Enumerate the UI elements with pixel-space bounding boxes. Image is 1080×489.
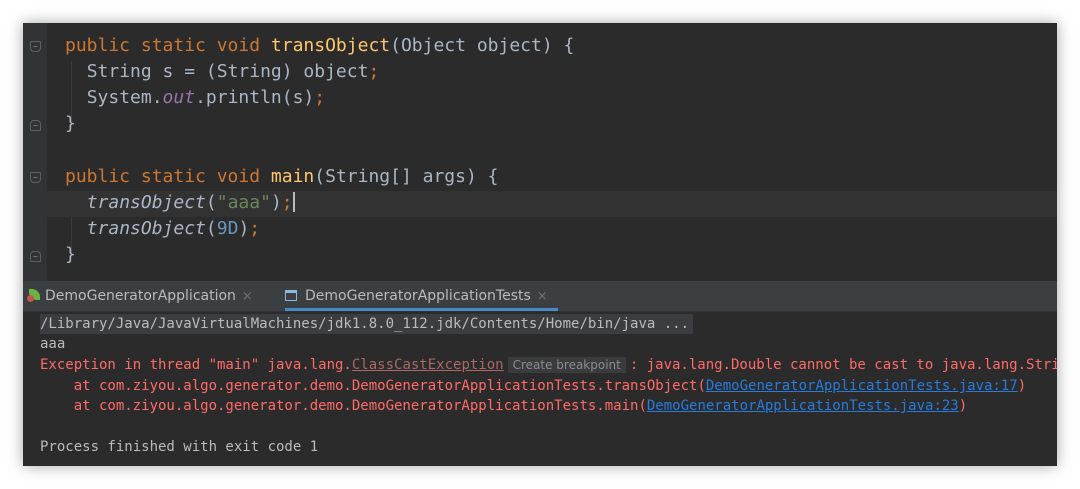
semicolon: ; xyxy=(314,87,326,108)
stack-frame-end: ) xyxy=(1017,378,1027,394)
ide-window: − − − − public static void transObject(O… xyxy=(23,23,1057,466)
stack-trace-line: at com.ziyou.algo.generator.demo.DemoGen… xyxy=(40,396,967,416)
closing-brace: } xyxy=(65,244,76,265)
spring-boot-icon xyxy=(27,288,41,302)
editor-gutter: − − − − xyxy=(23,23,47,281)
static-field: out xyxy=(162,87,196,108)
text-caret xyxy=(292,192,295,212)
exception-class-link[interactable]: ClassCastException xyxy=(352,357,504,373)
paren: ( xyxy=(205,192,217,213)
code-text: String s = (String) object xyxy=(86,61,369,82)
close-icon[interactable]: × xyxy=(537,289,548,304)
code-line[interactable]: public static void transObject(Object ob… xyxy=(65,33,574,59)
run-console[interactable]: /Library/Java/JavaVirtualMachines/jdk1.8… xyxy=(23,312,1057,466)
exception-line: Exception in thread "main" java.lang.Cla… xyxy=(40,355,1057,375)
keyword: public static void xyxy=(65,35,271,56)
code-line[interactable]: System.out.println(s); xyxy=(65,85,325,111)
java-command-line[interactable]: /Library/Java/JavaVirtualMachines/jdk1.8… xyxy=(40,314,694,334)
code-line[interactable]: } xyxy=(65,111,76,137)
source-link[interactable]: DemoGeneratorApplicationTests.java:17 xyxy=(706,378,1018,394)
fold-close-icon[interactable]: − xyxy=(30,120,41,131)
semicolon: ; xyxy=(368,61,380,82)
method-name: transObject xyxy=(270,35,391,56)
string-literal: "aaa" xyxy=(216,192,271,213)
paren: ) xyxy=(270,192,282,213)
fold-close-icon[interactable]: − xyxy=(30,251,41,262)
tab-label: DemoGeneratorApplication xyxy=(45,288,236,304)
stack-trace-line: at com.ziyou.algo.generator.demo.DemoGen… xyxy=(40,376,1026,396)
number-literal: 9D xyxy=(216,218,239,239)
stack-frame-end: ) xyxy=(958,398,968,414)
code-text: .println(s) xyxy=(195,87,315,108)
method-call: transObject xyxy=(86,192,206,213)
tab-demo-generator-application-tests[interactable]: DemoGeneratorApplicationTests × xyxy=(285,281,558,311)
console-output: aaa xyxy=(40,336,66,352)
fold-open-icon[interactable]: − xyxy=(30,41,41,52)
run-tab-bar: DemoGeneratorApplication × DemoGeneratorA… xyxy=(23,281,1057,312)
fold-open-icon[interactable]: − xyxy=(30,172,41,183)
code-line[interactable]: } xyxy=(65,242,76,268)
method-call: transObject xyxy=(86,218,206,239)
semicolon: ; xyxy=(281,192,293,213)
code-line[interactable]: public static void main(String[] args) { xyxy=(65,164,499,190)
test-runner-icon xyxy=(285,290,297,301)
closing-brace: } xyxy=(65,113,76,134)
exception-message: : java.lang.Double cannot be cast to jav… xyxy=(629,357,1057,373)
stack-frame: at com.ziyou.algo.generator.demo.DemoGen… xyxy=(40,378,706,394)
semicolon: ; xyxy=(249,218,261,239)
stack-frame: at com.ziyou.algo.generator.demo.DemoGen… xyxy=(40,398,647,414)
exception-prefix: Exception in thread "main" java.lang. xyxy=(40,357,352,373)
process-exit-line: Process finished with exit code 1 xyxy=(40,439,319,455)
paren: ( xyxy=(205,218,217,239)
tab-demo-generator-application[interactable]: DemoGeneratorApplication × xyxy=(27,281,253,311)
code-line[interactable]: transObject(9D); xyxy=(65,216,260,242)
code-text: (Object object) { xyxy=(390,35,575,56)
code-text: (String[] args) { xyxy=(314,166,499,187)
paren: ) xyxy=(238,218,250,239)
create-breakpoint-button[interactable]: Create breakpoint xyxy=(507,357,626,373)
code-line[interactable]: transObject("aaa"); xyxy=(65,190,295,216)
close-icon[interactable]: × xyxy=(242,289,253,304)
source-link[interactable]: DemoGeneratorApplicationTests.java:23 xyxy=(647,398,959,414)
method-name: main xyxy=(270,166,315,187)
keyword: public static void xyxy=(65,166,271,187)
tab-label: DemoGeneratorApplicationTests xyxy=(305,288,531,304)
code-editor[interactable]: − − − − public static void transObject(O… xyxy=(23,23,1057,281)
code-text: System. xyxy=(86,87,163,108)
code-line[interactable]: String s = (String) object; xyxy=(65,59,380,85)
